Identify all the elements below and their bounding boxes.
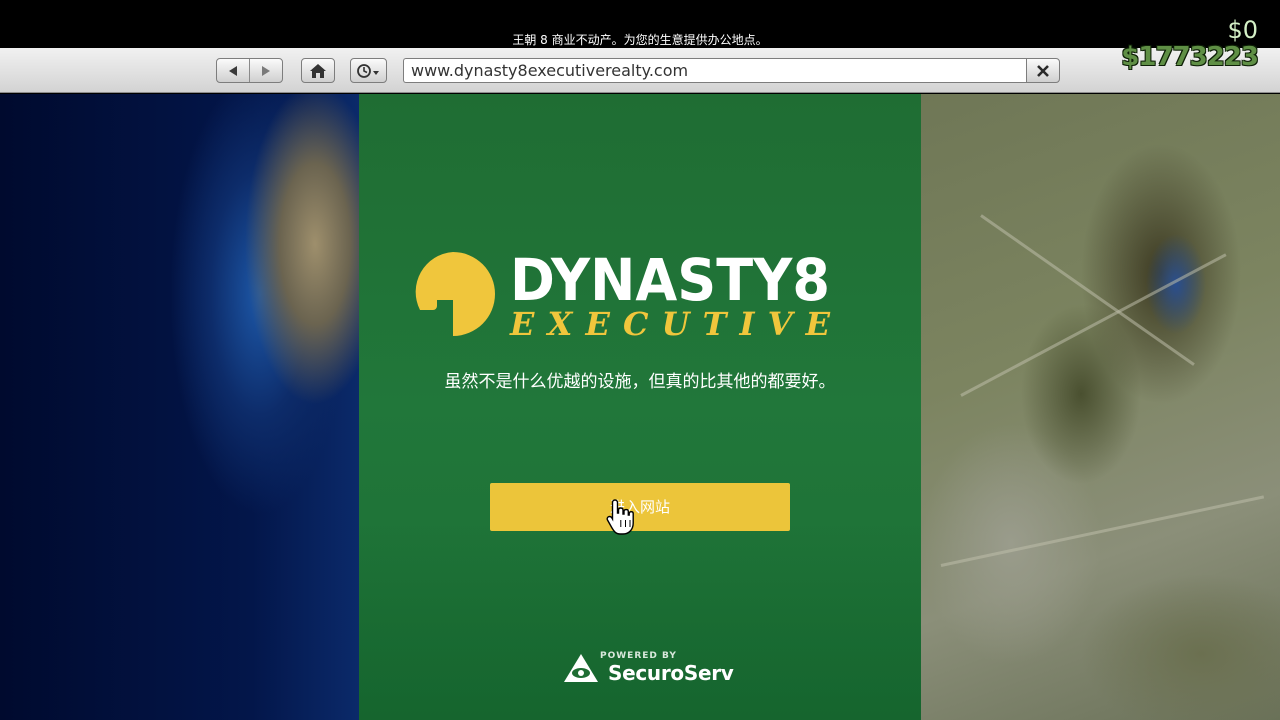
cash-amount: $0 [1227, 16, 1258, 44]
title-bar: 王朝 8 商业不动产。为您的生意提供办公地点。 [0, 0, 1280, 48]
browser-toolbar: www.dynasty8executiverealty.com [0, 48, 1280, 93]
forward-button[interactable] [250, 59, 282, 82]
back-arrow-icon [229, 65, 237, 76]
securoserv-badge: POWERED BY SecuroServ [563, 650, 734, 686]
map-left-ocean [0, 94, 360, 720]
dynasty8-emblem-icon [415, 252, 495, 336]
powered-by-label: POWERED BY [600, 651, 677, 661]
address-bar[interactable]: www.dynasty8executiverealty.com [403, 58, 1028, 83]
map-road [980, 214, 1195, 366]
forward-arrow-icon [261, 65, 270, 76]
nav-buttons [216, 58, 283, 83]
securoserv-eye-icon [564, 654, 598, 682]
dynasty8-panel [359, 94, 921, 720]
securoserv-brand: SecuroServ [608, 661, 734, 685]
tagline: 虽然不是什么优越的设施，但真的比其他的都要好。 [444, 372, 836, 392]
brand-sub-text: EXECUTIVE [509, 305, 831, 340]
clear-address-button[interactable] [1026, 58, 1060, 83]
map-road [940, 495, 1265, 567]
home-icon [310, 63, 326, 78]
history-clock-icon [356, 63, 379, 78]
close-icon [1037, 64, 1049, 77]
home-button[interactable] [301, 58, 335, 83]
history-button[interactable] [350, 58, 387, 83]
map-right-terrain [921, 94, 1280, 720]
enter-site-button[interactable]: 进入网站 [490, 483, 790, 531]
panel-skyline-haze [359, 524, 921, 720]
page-caption: 王朝 8 商业不动产。为您的生意提供办公地点。 [512, 33, 768, 47]
hand-cursor-icon [606, 499, 634, 535]
back-button[interactable] [217, 59, 249, 82]
map-road [960, 253, 1227, 397]
bank-balance: $1773223 [1121, 42, 1259, 72]
dynasty8-executive-logo: DYNASTY8 EXECUTIVE [415, 248, 831, 340]
